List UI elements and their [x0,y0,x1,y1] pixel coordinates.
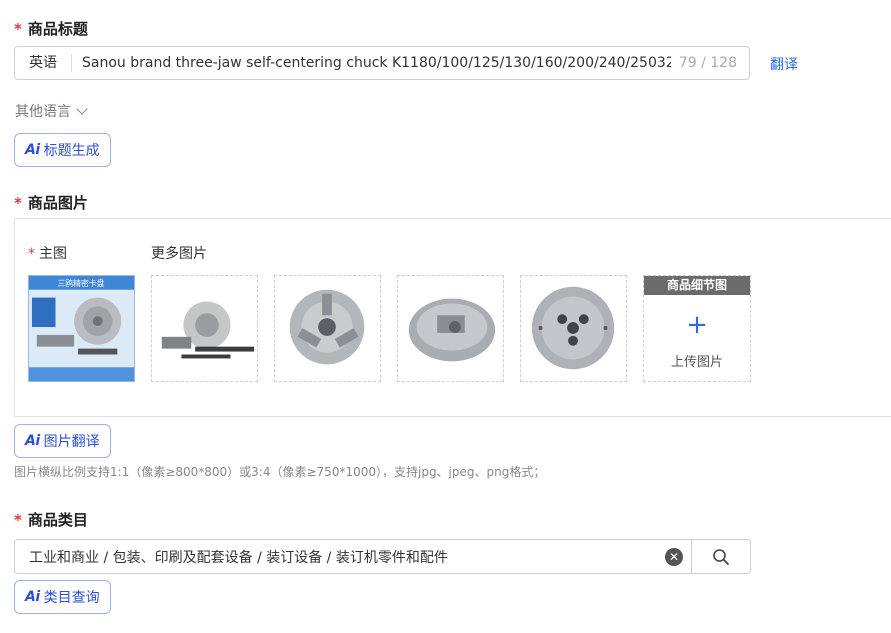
other-languages-toggle[interactable]: 其他语言 [15,101,88,121]
translate-link[interactable]: 翻译 [770,54,798,74]
product-image-thumb-2[interactable] [151,275,258,382]
chuck-product-image [398,276,503,381]
search-icon [713,548,729,565]
more-images-label: 更多图片 [151,246,207,262]
chuck-product-image [275,276,380,381]
upload-image-label: 上传图片 [670,355,723,370]
ai-title-generate-label: 标题生成 [43,143,100,159]
title-section-label: * 商品标题 [14,18,88,39]
ai-image-translate-label: 图片翻译 [43,434,100,450]
ai-icon: Ai [25,589,40,605]
product-image-thumb-5[interactable] [520,275,627,382]
other-languages-label: 其他语言 [15,104,71,120]
search-button[interactable] [691,540,750,573]
required-mark: * [14,510,22,529]
clear-icon[interactable]: ✕ [665,547,683,566]
detail-image-header: 商品细节图 [644,276,750,295]
product-image-thumb-4[interactable] [397,275,504,382]
images-section-label: * 商品图片 [14,192,88,213]
images-label: 商品图片 [27,194,88,212]
language-select[interactable]: 英语 [15,54,72,72]
product-image-thumb-3[interactable] [274,275,381,382]
title-char-count: 79 / 128 [678,55,737,71]
title-input-value[interactable]: Sanou brand three-jaw self-centering chu… [72,55,671,71]
ai-icon: Ai [25,433,40,449]
category-section-label: * 商品类目 [14,509,88,530]
image-requirements-hint: 图片横纵比例支持1:1（像素≥800*800）或3:4（像素≥750*1000）… [14,465,546,479]
category-input[interactable]: 工业和商业 / 包装、印刷及配套设备 / 装订设备 / 装订机零件和配件 ✕ [14,539,751,574]
chuck-product-image: 三鸥精密卡盘 [29,276,134,381]
required-mark: * [14,193,22,212]
category-label: 商品类目 [27,511,88,529]
main-thumb-banner: 三鸥精密卡盘 [57,278,104,288]
ai-category-query-button[interactable]: Ai 类目查询 [14,580,111,614]
chevron-down-icon [76,103,88,115]
ai-icon: Ai [25,142,40,158]
main-image-label: * 主图 [28,246,67,262]
title-input[interactable]: 英语 Sanou brand three-jaw self-centering … [14,46,750,80]
required-mark: * [28,246,35,262]
ai-category-query-label: 类目查询 [43,590,100,606]
ai-title-generate-button[interactable]: Ai 标题生成 [14,133,111,167]
detail-image-upload[interactable]: 商品细节图 + 上传图片 [643,275,751,382]
category-input-value[interactable]: 工业和商业 / 包装、印刷及配套设备 / 装订设备 / 装订机零件和配件 [15,547,665,567]
chuck-product-image [521,276,626,381]
ai-image-translate-button[interactable]: Ai 图片翻译 [14,424,111,458]
required-mark: * [14,19,22,38]
chuck-product-image [152,276,257,381]
title-label: 商品标题 [27,20,88,38]
plus-icon: + [686,310,708,340]
main-image-thumb[interactable]: 三鸥精密卡盘 [28,275,135,382]
